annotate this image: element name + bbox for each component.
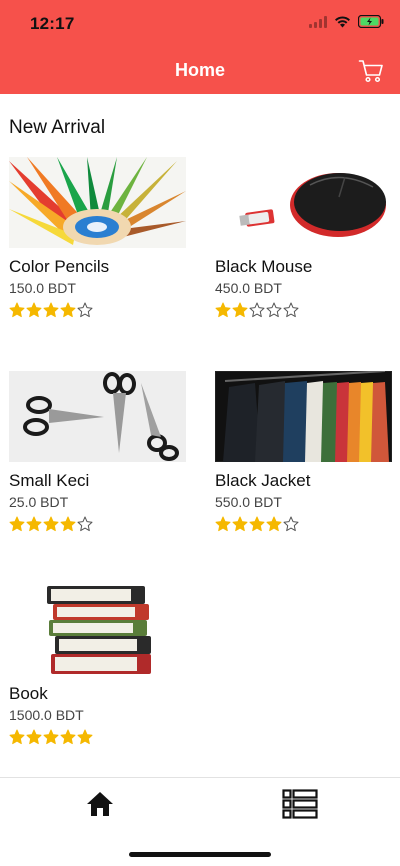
home-indicator (129, 852, 271, 857)
product-image-small-keci[interactable] (9, 371, 186, 462)
star-filled-icon (60, 729, 76, 745)
rating-stars (215, 516, 393, 534)
star-filled-icon (249, 516, 265, 532)
star-filled-icon (43, 516, 59, 532)
section-title: New Arrival (9, 117, 106, 138)
star-filled-icon (26, 516, 42, 532)
star-filled-icon (26, 729, 42, 745)
star-empty-icon (266, 302, 282, 318)
product-name: Black Mouse (215, 257, 313, 276)
star-filled-icon (43, 302, 59, 318)
page-title: Home (174, 60, 225, 80)
status-time: 12:17 (30, 14, 75, 33)
product-name: Book (9, 684, 48, 703)
product-image-color-pencils[interactable] (9, 157, 186, 248)
product-name: Black Jacket (215, 471, 311, 490)
product-image-black-jacket[interactable] (215, 371, 392, 462)
cart-icon[interactable] (358, 58, 384, 84)
product-price: 25.0 BDT (9, 494, 69, 510)
rating-stars (9, 302, 187, 320)
signal-icon (309, 15, 327, 28)
home-icon[interactable] (86, 790, 114, 818)
product-name: Small Keci (9, 471, 90, 490)
product-name: Color Pencils (9, 257, 110, 276)
product-card-black-jacket[interactable]: Black Jacket 550.0 BDT (215, 371, 393, 534)
star-filled-icon (215, 516, 231, 532)
product-price: 550.0 BDT (215, 494, 282, 510)
star-empty-icon (77, 302, 93, 318)
product-card-small-keci[interactable]: Small Keci 25.0 BDT (9, 371, 187, 534)
star-filled-icon (60, 302, 76, 318)
star-filled-icon (232, 516, 248, 532)
product-card-color-pencils[interactable]: Color Pencils 150.0 BDT (9, 157, 187, 320)
star-filled-icon (43, 729, 59, 745)
star-filled-icon (232, 302, 248, 318)
star-filled-icon (9, 516, 25, 532)
rating-stars (215, 302, 393, 320)
star-filled-icon (60, 516, 76, 532)
star-empty-icon (77, 516, 93, 532)
star-empty-icon (283, 516, 299, 532)
product-image-book[interactable] (9, 584, 186, 675)
status-bar: 12:17 (0, 0, 400, 48)
product-price: 1500.0 BDT (9, 707, 84, 723)
star-filled-icon (266, 516, 282, 532)
product-card-black-mouse[interactable]: Black Mouse 450.0 BDT (215, 157, 393, 320)
star-filled-icon (26, 302, 42, 318)
product-price: 450.0 BDT (215, 280, 282, 296)
rating-stars (9, 516, 187, 534)
battery-icon (358, 15, 384, 28)
product-price: 150.0 BDT (9, 280, 76, 296)
star-filled-icon (9, 302, 25, 318)
product-card-book[interactable]: Book 1500.0 BDT (9, 584, 187, 747)
star-empty-icon (249, 302, 265, 318)
product-image-black-mouse[interactable] (215, 157, 392, 248)
wifi-icon (335, 15, 350, 27)
star-empty-icon (283, 302, 299, 318)
star-filled-icon (215, 302, 231, 318)
list-icon[interactable] (282, 789, 318, 819)
navigation-bar: Home (0, 48, 400, 94)
status-icons (309, 15, 384, 28)
rating-stars (9, 729, 187, 747)
star-filled-icon (9, 729, 25, 745)
star-filled-icon (77, 729, 93, 745)
